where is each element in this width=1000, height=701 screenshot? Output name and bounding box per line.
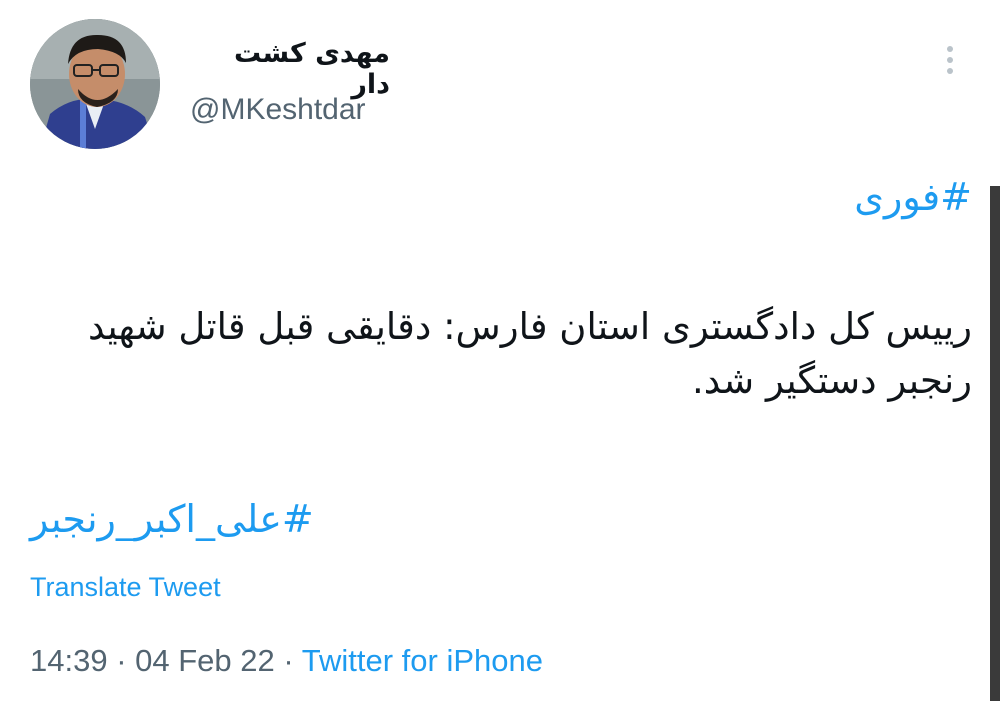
separator: ·: [116, 643, 127, 678]
tweet-text: رییس کل دادگستری استان فارس: دقایقی قبل …: [87, 305, 972, 402]
scrollbar[interactable]: [990, 186, 1000, 701]
tweet-time[interactable]: 14:39: [30, 643, 108, 678]
avatar[interactable]: [30, 19, 160, 149]
hashtag-link[interactable]: #فوری: [854, 175, 972, 219]
separator: ·: [283, 643, 294, 678]
more-vertical-icon[interactable]: [930, 40, 970, 80]
display-name[interactable]: مهدی کشت دار: [190, 38, 390, 100]
handle[interactable]: @MKeshtdar: [190, 93, 366, 127]
tweet-date[interactable]: 04 Feb 22: [135, 643, 275, 678]
hashtag-link[interactable]: #علی_اکبر_رنجبر: [30, 497, 314, 541]
tweet-meta: 14:39 · 04 Feb 22 · Twitter for iPhone: [30, 643, 543, 679]
tweet-source-link[interactable]: Twitter for iPhone: [302, 643, 543, 678]
translate-tweet-link[interactable]: Translate Tweet: [30, 572, 221, 603]
